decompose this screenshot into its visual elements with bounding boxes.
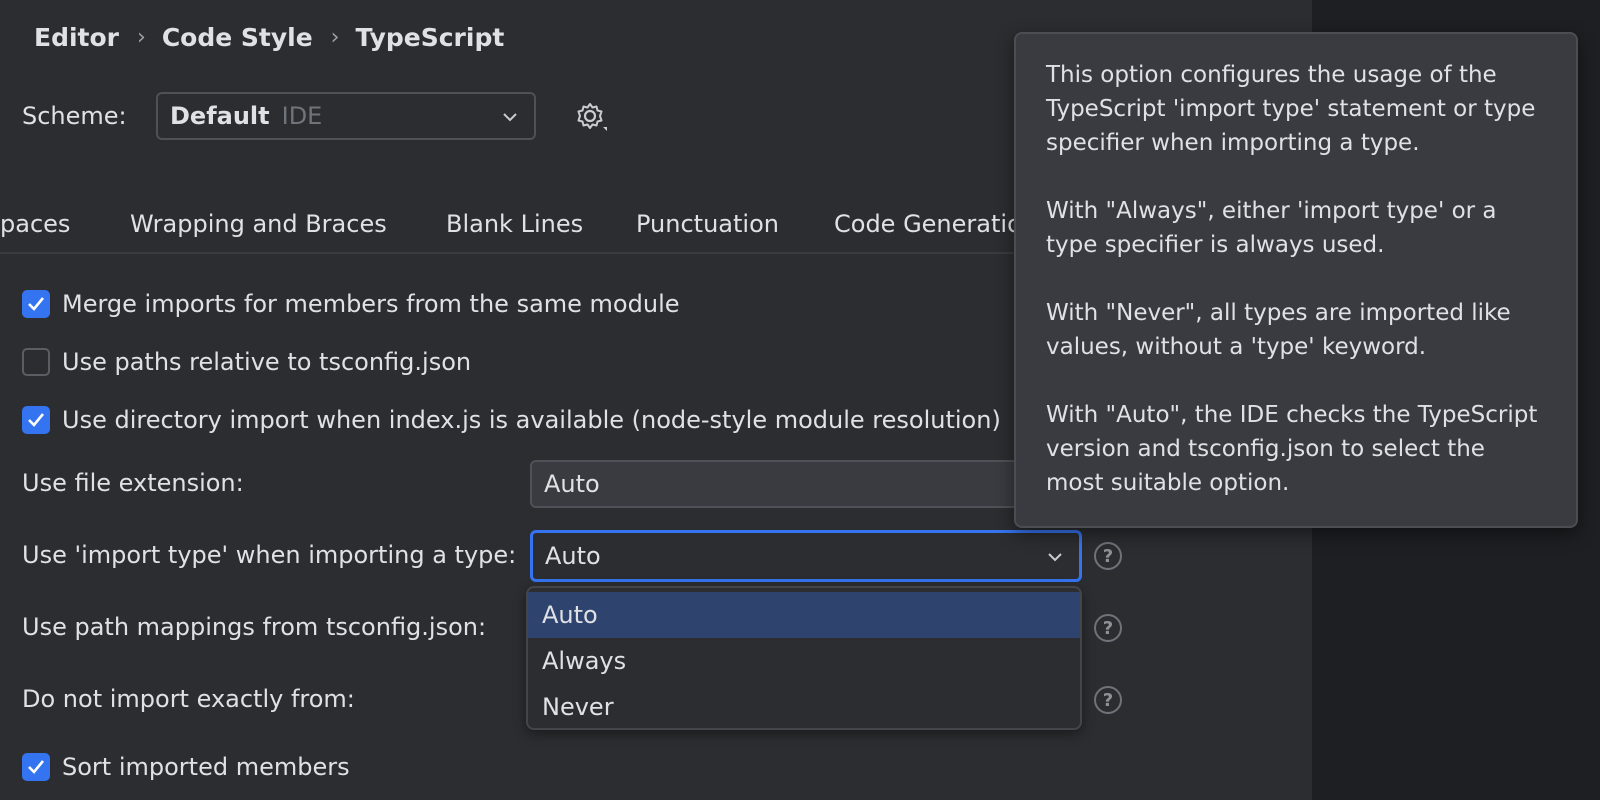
file-extension-value: Auto xyxy=(544,470,600,498)
breadcrumb-separator-icon: › xyxy=(330,24,340,50)
path-mappings-label: Use path mappings from tsconfig.json: xyxy=(22,613,487,641)
sort-members-label: Sort imported members xyxy=(62,753,350,781)
import-type-label: Use 'import type' when importing a type: xyxy=(22,541,517,569)
dropdown-option-always[interactable]: Always xyxy=(528,638,1080,684)
sort-members-checkbox[interactable] xyxy=(22,753,50,781)
breadcrumb-editor[interactable]: Editor xyxy=(34,23,119,52)
tab-spaces[interactable]: paces xyxy=(0,210,70,238)
import-type-help-icon[interactable]: ? xyxy=(1094,542,1122,570)
tooltip-paragraph-1: This option configures the usage of the … xyxy=(1046,62,1536,156)
relative-paths-option[interactable]: Use paths relative to tsconfig.json xyxy=(22,344,471,380)
tab-blank-lines[interactable]: Blank Lines xyxy=(446,210,583,238)
scheme-label: Scheme: xyxy=(22,102,127,130)
breadcrumb-typescript: TypeScript xyxy=(355,22,505,52)
scheme-row: Scheme: Default IDE xyxy=(22,92,607,140)
dropdown-option-auto[interactable]: Auto xyxy=(528,592,1080,638)
checkmark-icon xyxy=(28,297,45,311)
merge-imports-label: Merge imports for members from the same … xyxy=(62,290,680,318)
tab-bar: paces Wrapping and Braces Blank Lines Pu… xyxy=(0,204,1020,254)
gear-icon[interactable] xyxy=(574,100,608,134)
directory-import-label: Use directory import when index.js is av… xyxy=(62,406,1001,434)
chevron-down-icon xyxy=(503,113,517,122)
checkmark-icon xyxy=(28,760,45,774)
merge-imports-checkbox[interactable] xyxy=(22,290,50,318)
directory-import-option[interactable]: Use directory import when index.js is av… xyxy=(22,402,1001,438)
relative-paths-label: Use paths relative to tsconfig.json xyxy=(62,348,472,376)
do-not-import-help-icon[interactable]: ? xyxy=(1094,686,1122,714)
directory-import-checkbox[interactable] xyxy=(22,406,50,434)
file-extension-select[interactable]: Auto xyxy=(530,460,1082,508)
scheme-sub: IDE xyxy=(281,102,323,130)
chevron-down-icon xyxy=(1048,553,1062,562)
file-extension-label: Use file extension: xyxy=(22,469,244,497)
tab-code-generation[interactable]: Code Generatio xyxy=(834,210,1020,238)
import-type-select[interactable]: Auto xyxy=(530,530,1082,582)
scheme-value: Default xyxy=(170,102,270,130)
merge-imports-option[interactable]: Merge imports for members from the same … xyxy=(22,286,680,322)
dropdown-option-never[interactable]: Never xyxy=(528,684,1080,730)
checkmark-icon xyxy=(28,413,45,427)
help-tooltip: This option configures the usage of the … xyxy=(1014,32,1578,528)
relative-paths-checkbox[interactable] xyxy=(22,348,50,376)
import-type-dropdown: Auto Always Never xyxy=(526,586,1082,730)
tab-punctuation[interactable]: Punctuation xyxy=(636,210,779,238)
tooltip-paragraph-3: With "Never", all types are imported lik… xyxy=(1046,300,1511,360)
path-mappings-help-icon[interactable]: ? xyxy=(1094,614,1122,642)
tooltip-paragraph-2: With "Always", either 'import type' or a… xyxy=(1046,198,1497,258)
scheme-select[interactable]: Default IDE xyxy=(156,92,536,140)
tab-wrapping-and-braces[interactable]: Wrapping and Braces xyxy=(130,210,387,238)
tooltip-paragraph-4: With "Auto", the IDE checks the TypeScri… xyxy=(1046,402,1538,496)
import-type-value: Auto xyxy=(545,542,601,570)
breadcrumb: Editor › Code Style › TypeScript xyxy=(34,20,504,54)
do-not-import-label: Do not import exactly from: xyxy=(22,685,355,713)
breadcrumb-separator-icon: › xyxy=(137,24,146,50)
breadcrumb-code-style[interactable]: Code Style xyxy=(162,23,313,52)
sort-members-option[interactable]: Sort imported members xyxy=(22,749,350,785)
